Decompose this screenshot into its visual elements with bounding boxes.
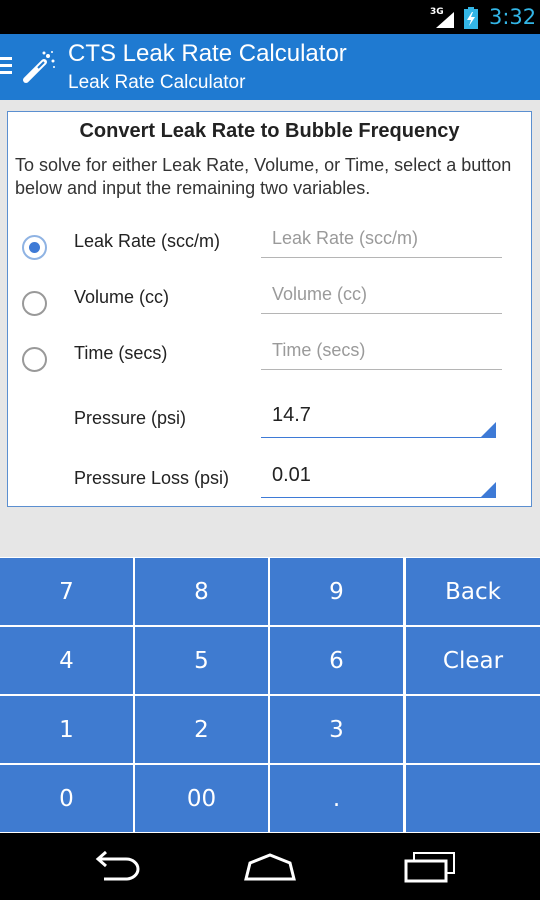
status-clock: 3:32 (489, 5, 537, 29)
blank-key (406, 765, 540, 832)
spinner-arrow-icon (481, 422, 496, 437)
battery-charging-icon (464, 7, 478, 29)
key-1[interactable]: 1 (0, 696, 133, 763)
volume-placeholder: Volume (cc) (272, 284, 368, 304)
pressure-label: Pressure (psi) (74, 408, 187, 428)
blank-key (406, 696, 540, 763)
key-9[interactable]: 9 (270, 558, 403, 625)
leak-rate-label: Leak Rate (scc/m) (74, 231, 221, 251)
key-8[interactable]: 8 (135, 558, 268, 625)
key-0[interactable]: 0 (0, 765, 133, 832)
back-key[interactable]: Back (406, 558, 540, 625)
spinner-arrow-icon (481, 482, 496, 497)
wand-icon[interactable] (20, 48, 58, 86)
keypad: 7 8 9 Back 4 5 6 Clear 1 2 3 0 00 . (0, 557, 540, 833)
calculator-card: Convert Leak Rate to Bubble Frequency To… (7, 111, 532, 507)
pressure-loss-spinner[interactable]: 0.01 (261, 462, 496, 498)
pressure-value: 14.7 (272, 404, 311, 426)
pressure-loss-value: 0.01 (272, 464, 311, 486)
back-arrow-icon[interactable] (84, 851, 144, 883)
time-placeholder: Time (secs) (272, 340, 366, 360)
key-2[interactable]: 2 (135, 696, 268, 763)
key-5[interactable]: 5 (135, 627, 268, 694)
key-4[interactable]: 4 (0, 627, 133, 694)
time-radio[interactable] (22, 347, 47, 372)
leak-rate-input[interactable]: Leak Rate (scc/m) (261, 224, 502, 258)
volume-label: Volume (cc) (74, 287, 170, 307)
hamburger-icon[interactable] (0, 57, 14, 77)
card-heading: Convert Leak Rate to Bubble Frequency (79, 120, 460, 142)
status-bar: 3G 3:32 (0, 0, 540, 34)
volume-input[interactable]: Volume (cc) (261, 280, 502, 314)
key-decimal[interactable]: . (270, 765, 403, 832)
time-input[interactable]: Time (secs) (261, 336, 502, 370)
pressure-spinner[interactable]: 14.7 (261, 402, 496, 438)
volume-radio[interactable] (22, 291, 47, 316)
action-bar: CTS Leak Rate Calculator Leak Rate Calcu… (0, 34, 540, 100)
instructions-text: To solve for either Leak Rate, Volume, o… (15, 155, 512, 198)
recent-apps-icon[interactable] (400, 851, 460, 883)
leak-rate-radio[interactable] (22, 235, 47, 260)
pressure-loss-label: Pressure Loss (psi) (74, 468, 230, 488)
key-7[interactable]: 7 (0, 558, 133, 625)
navigation-bar (0, 833, 540, 900)
clear-key[interactable]: Clear (406, 627, 540, 694)
signal-icon (436, 12, 454, 28)
key-6[interactable]: 6 (270, 627, 403, 694)
key-00[interactable]: 00 (135, 765, 268, 832)
screen-subtitle: Leak Rate Calculator (68, 72, 246, 93)
key-3[interactable]: 3 (270, 696, 403, 763)
home-icon[interactable] (240, 851, 300, 883)
time-label: Time (secs) (74, 343, 168, 363)
app-title: CTS Leak Rate Calculator (68, 40, 347, 67)
leak-rate-placeholder: Leak Rate (scc/m) (272, 228, 419, 248)
